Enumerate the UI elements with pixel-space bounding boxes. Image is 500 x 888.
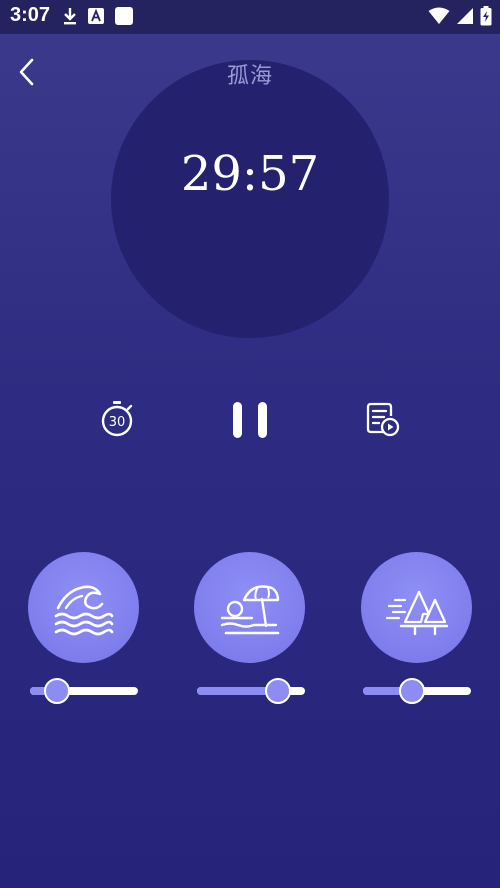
download-icon: [64, 8, 76, 25]
playlist-play-icon: [366, 402, 400, 437]
wifi-icon: [428, 7, 450, 24]
waves-icon: [54, 585, 113, 635]
forest-volume-slider[interactable]: [363, 678, 471, 704]
beach-volume-slider[interactable]: [197, 678, 305, 704]
square-notification-icon: [115, 7, 133, 25]
playlist-button[interactable]: [362, 400, 402, 440]
timer-button-label: 30: [109, 415, 126, 430]
status-bar: 3:07: [0, 0, 500, 34]
status-icons-left: [62, 6, 134, 26]
sound-forest-button[interactable]: [361, 552, 472, 663]
page-title: 孤海: [226, 64, 273, 89]
pause-button[interactable]: [228, 398, 272, 442]
sound-beach-button[interactable]: [194, 552, 305, 663]
slider-thumb[interactable]: [265, 678, 291, 704]
sleep-timer-button[interactable]: 30: [96, 398, 138, 440]
sound-waves-button[interactable]: [28, 552, 139, 663]
slider-thumb[interactable]: [44, 678, 70, 704]
waves-volume-slider[interactable]: [30, 678, 138, 704]
countdown-display: 29:57: [180, 146, 320, 202]
stopwatch-icon: 30: [101, 401, 133, 437]
app-notification-icon: [88, 8, 104, 24]
battery-charging-icon: [480, 6, 492, 26]
forest-wind-icon: [385, 590, 448, 635]
pause-icon: [233, 402, 267, 438]
status-time: 3:07: [10, 4, 51, 26]
beach-umbrella-icon: [220, 584, 279, 634]
slider-thumb[interactable]: [398, 678, 425, 704]
signal-icon: [457, 8, 473, 24]
status-icons-right: [428, 6, 492, 26]
